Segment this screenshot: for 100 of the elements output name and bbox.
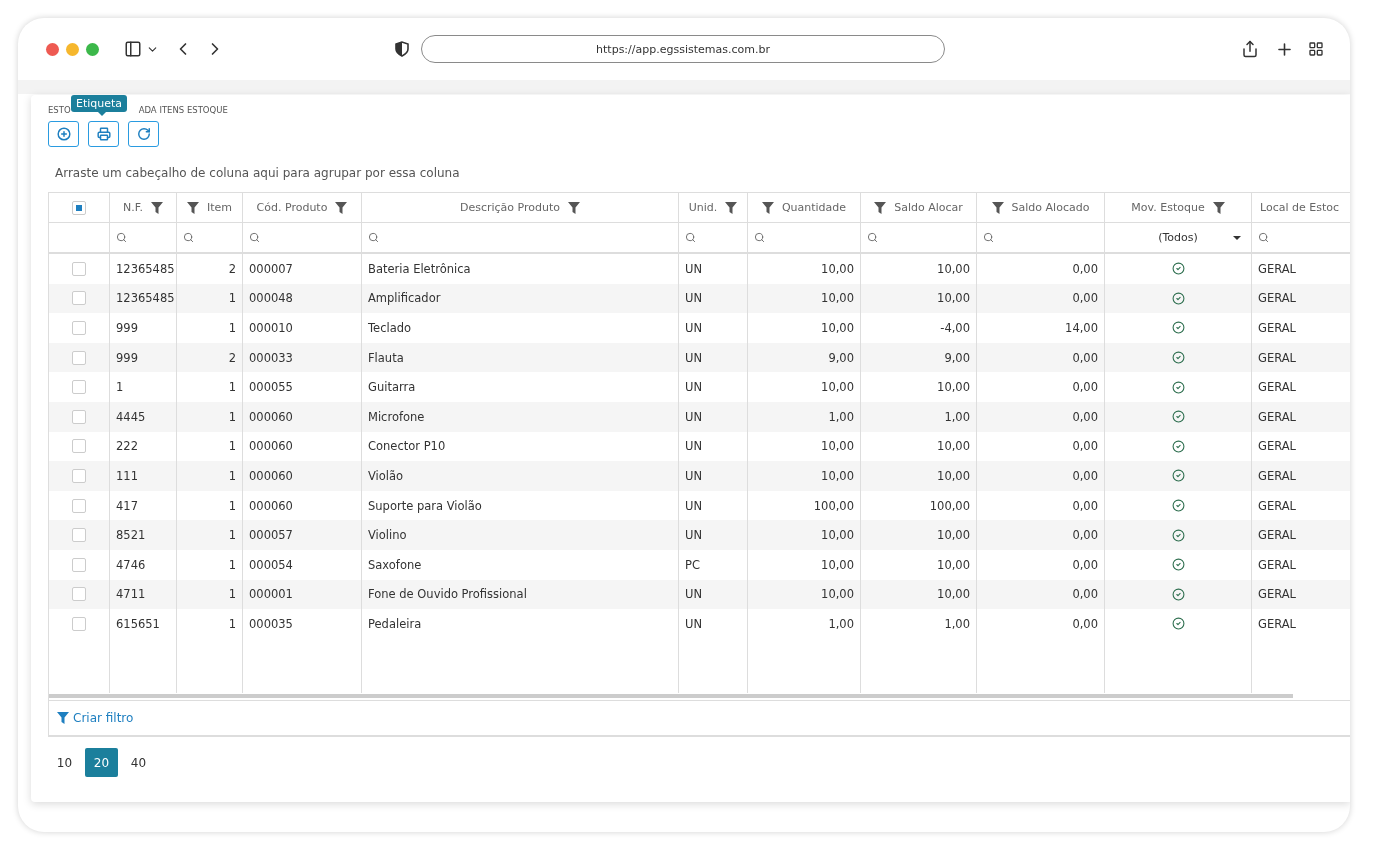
- table-cell: 000054: [249, 557, 293, 572]
- filter-icon[interactable]: [725, 201, 738, 214]
- row-checkbox[interactable]: [72, 321, 86, 335]
- close-dot[interactable]: [46, 42, 59, 56]
- row-checkbox[interactable]: [72, 350, 86, 365]
- refresh-icon: [136, 127, 151, 141]
- search-icon[interactable]: [183, 232, 194, 243]
- maximize-dot[interactable]: [86, 42, 99, 56]
- table-cell: 0,00: [1072, 350, 1098, 365]
- page-size-button[interactable]: 20: [85, 748, 118, 777]
- table-cell: GERAL: [1258, 468, 1296, 483]
- table-cell: Violão: [368, 468, 404, 483]
- table-cell: 12365485: [116, 291, 175, 306]
- filter-icon[interactable]: [186, 201, 199, 214]
- table-cell: 000060: [249, 409, 293, 424]
- table-cell: 4445: [116, 409, 146, 424]
- table-cell: 10,00: [821, 468, 854, 483]
- row-checkbox[interactable]: [72, 291, 86, 306]
- row-checkbox[interactable]: [72, 557, 86, 572]
- table-cell: 1: [228, 528, 236, 543]
- table-cell: Flauta: [368, 350, 404, 365]
- column-header[interactable]: Mov. Estoque: [1105, 193, 1252, 222]
- column-header[interactable]: Descrição Produto: [362, 193, 679, 222]
- table-cell: Fone de Ouvido Profissional: [368, 587, 527, 602]
- group-hint: Arraste um cabeçalho de coluna aqui para agrupar por essa coluna: [55, 166, 461, 182]
- filter-icon[interactable]: [57, 712, 69, 724]
- column-header[interactable]: Unid.: [679, 193, 748, 222]
- column-header[interactable]: Item: [177, 193, 243, 222]
- table-cell: GERAL: [1258, 498, 1296, 513]
- shield-icon: [395, 41, 409, 57]
- column-header[interactable]: Quantidade: [748, 193, 861, 222]
- page-size-button[interactable]: 40: [122, 748, 155, 777]
- table-cell: 1: [228, 291, 236, 306]
- table-cell: 1: [228, 439, 236, 454]
- table-cell: 999: [116, 350, 138, 365]
- table-cell: 1,00: [944, 409, 970, 424]
- filter-icon[interactable]: [568, 201, 581, 214]
- table-cell: UN: [685, 409, 703, 424]
- table-cell: 1: [228, 321, 236, 335]
- table-cell: Bateria Eletrônica: [368, 261, 471, 276]
- filter-icon[interactable]: [991, 201, 1004, 214]
- row-checkbox[interactable]: [72, 380, 86, 395]
- filter-icon[interactable]: [874, 201, 887, 214]
- print-button[interactable]: [88, 121, 119, 147]
- row-checkbox[interactable]: [72, 498, 86, 513]
- table-cell: GERAL: [1258, 350, 1296, 365]
- table-cell: 1: [116, 380, 124, 395]
- create-filter-link[interactable]: Criar filtro: [57, 711, 134, 725]
- row-checkbox[interactable]: [72, 261, 86, 276]
- search-icon[interactable]: [1258, 232, 1269, 243]
- table-cell: 000057: [249, 528, 293, 543]
- filter-icon[interactable]: [761, 201, 774, 214]
- sidebar-icon[interactable]: [124, 40, 142, 58]
- search-icon[interactable]: [249, 232, 260, 243]
- minimize-dot[interactable]: [66, 42, 79, 56]
- row-checkbox[interactable]: [72, 439, 86, 454]
- table-cell: 10,00: [937, 261, 970, 276]
- column-header[interactable]: N.F.: [110, 193, 177, 222]
- table-cell: 615651: [116, 616, 160, 631]
- table-cell: 1,00: [828, 616, 854, 631]
- refresh-button[interactable]: [128, 121, 159, 147]
- column-header[interactable]: Local de Estoc: [1252, 193, 1350, 222]
- table-cell: GERAL: [1258, 587, 1296, 602]
- filter-icon[interactable]: [1212, 201, 1225, 214]
- row-checkbox[interactable]: [72, 587, 86, 602]
- plus-circle-icon: [56, 127, 71, 141]
- filter-icon[interactable]: [150, 201, 163, 214]
- column-header[interactable]: Cód. Produto: [243, 193, 362, 222]
- horizontal-scrollbar[interactable]: [49, 694, 1293, 698]
- search-icon[interactable]: [754, 232, 765, 243]
- column-header[interactable]: Saldo Alocar: [861, 193, 977, 222]
- table-cell: 10,00: [937, 380, 970, 395]
- table-cell: 000035: [249, 616, 293, 631]
- search-icon[interactable]: [867, 232, 878, 243]
- table-cell: Guitarra: [368, 380, 416, 395]
- share-icon[interactable]: [1241, 40, 1259, 58]
- row-checkbox[interactable]: [72, 409, 86, 424]
- row-checkbox[interactable]: [72, 468, 86, 483]
- table-cell: 10,00: [937, 557, 970, 572]
- table-cell: 10,00: [821, 291, 854, 306]
- filter-dropdown[interactable]: (Todos): [1111, 231, 1245, 244]
- table-cell: 9,00: [944, 350, 970, 365]
- search-icon[interactable]: [685, 232, 696, 243]
- row-checkbox[interactable]: [72, 528, 86, 543]
- column-header[interactable]: Saldo Alocado: [977, 193, 1105, 222]
- table-cell: Conector P10: [368, 439, 446, 454]
- table-cell: 1: [228, 409, 236, 424]
- filter-icon[interactable]: [335, 201, 348, 214]
- table-cell: 0,00: [1072, 261, 1098, 276]
- search-icon[interactable]: [983, 232, 994, 243]
- add-button[interactable]: [48, 121, 79, 147]
- search-icon[interactable]: [116, 232, 127, 243]
- tabs-grid-icon[interactable]: [1308, 41, 1324, 57]
- table-cell: UN: [685, 616, 703, 631]
- search-icon[interactable]: [368, 232, 379, 243]
- table-cell: 222: [116, 439, 138, 454]
- page-size-button[interactable]: 10: [48, 748, 81, 777]
- select-all-checkbox[interactable]: [72, 200, 86, 215]
- table-cell: 1: [228, 380, 236, 395]
- row-checkbox[interactable]: [72, 616, 86, 631]
